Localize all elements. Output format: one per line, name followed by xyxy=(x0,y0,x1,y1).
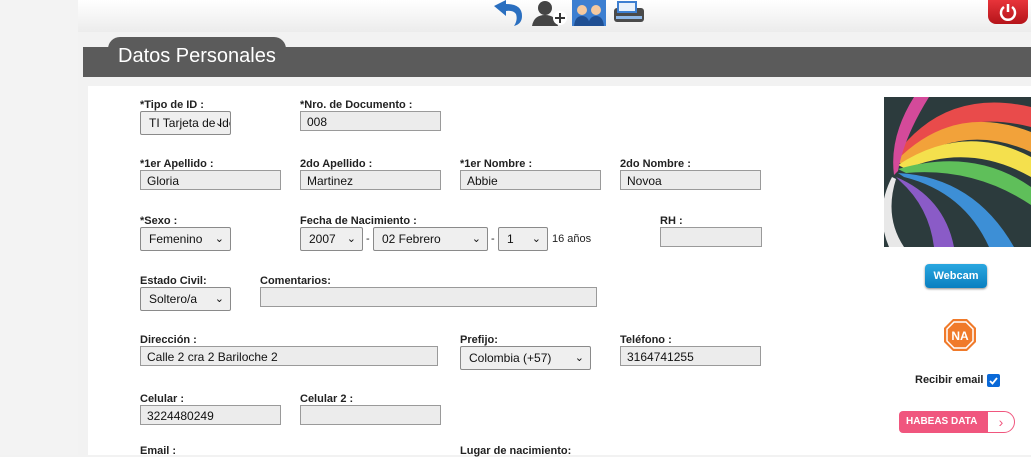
na-text: NA xyxy=(951,329,969,343)
nombre2-label: 2do Nombre : xyxy=(620,158,691,170)
nro-documento-label: *Nro. de Documento : xyxy=(300,99,413,111)
celular2-input[interactable] xyxy=(300,405,441,425)
fecha-nacimiento-label: Fecha de Nacimiento : xyxy=(300,215,417,227)
webcam-button[interactable]: Webcam xyxy=(925,264,987,288)
users-group-icon[interactable] xyxy=(571,0,607,26)
apellido1-input[interactable]: Gloria xyxy=(140,170,281,190)
chevron-down-icon: ⌄ xyxy=(214,293,224,305)
tipo-id-label: *Tipo de ID : xyxy=(140,99,204,111)
back-arrow-icon[interactable] xyxy=(488,0,528,26)
chevron-down-icon: ⌄ xyxy=(531,233,541,245)
add-user-icon[interactable] xyxy=(530,0,568,26)
profile-photo xyxy=(884,97,1031,247)
habeas-data-label: HABEAS DATA xyxy=(899,411,991,433)
direccion-label: Dirección : xyxy=(140,334,197,346)
age-text: 16 años xyxy=(552,233,592,245)
nombre2-input[interactable]: Novoa xyxy=(620,170,761,190)
apellido2-input[interactable]: Martinez xyxy=(300,170,441,190)
sexo-select[interactable]: Femenino ⌄ xyxy=(140,227,231,251)
page-title: Datos Personales xyxy=(118,45,276,67)
chevron-down-icon: ⌄ xyxy=(214,117,224,129)
direccion-input[interactable]: Calle 2 cra 2 Bariloche 2 xyxy=(140,346,438,366)
prefijo-label: Prefijo: xyxy=(460,334,498,346)
sexo-label: *Sexo : xyxy=(140,215,178,227)
lugar-nacimiento-label: Lugar de nacimiento: xyxy=(460,445,572,457)
rh-input[interactable] xyxy=(660,227,762,247)
date-separator: - xyxy=(366,233,370,245)
celular-input[interactable]: 3224480249 xyxy=(140,405,281,425)
celular-label: Celular : xyxy=(140,393,185,405)
birth-day-select[interactable]: 1 ⌄ xyxy=(498,227,548,251)
estado-civil-label: Estado Civil: xyxy=(140,275,207,287)
habeas-data-button[interactable]: HABEAS DATA › xyxy=(899,411,1016,433)
left-margin xyxy=(0,0,78,455)
comentarios-label: Comentarios: xyxy=(260,275,331,287)
prefijo-select[interactable]: Colombia (+57) ⌄ xyxy=(460,346,591,370)
scanner-icon[interactable] xyxy=(610,0,648,26)
apellido1-label: *1er Apellido : xyxy=(140,158,214,170)
email-label: Email : xyxy=(140,445,177,457)
birth-year-select[interactable]: 2007 ⌄ xyxy=(300,227,363,251)
nro-documento-input[interactable]: 008 xyxy=(300,111,441,131)
recibir-email-checkbox[interactable] xyxy=(987,374,1000,387)
chevron-down-icon: ⌄ xyxy=(346,233,356,245)
chevron-down-icon: ⌄ xyxy=(471,233,481,245)
recibir-email-label: Recibir email xyxy=(915,374,984,386)
birth-month-select[interactable]: 02 Febrero ⌄ xyxy=(373,227,488,251)
chevron-right-icon: › xyxy=(987,411,1015,433)
comentarios-input[interactable] xyxy=(260,287,597,307)
telefono-label: Teléfono : xyxy=(620,334,672,346)
rh-label: RH : xyxy=(660,215,683,227)
tipo-id-select[interactable]: TI Tarjeta de Identidad⌄ xyxy=(140,111,231,135)
check-icon xyxy=(989,377,998,385)
nombre1-label: *1er Nombre : xyxy=(460,158,533,170)
date-separator: - xyxy=(491,233,495,245)
power-icon xyxy=(999,4,1017,21)
apellido2-label: 2do Apellido : xyxy=(300,158,373,170)
estado-civil-select[interactable]: Soltero/a ⌄ xyxy=(140,287,231,311)
na-icon: NA xyxy=(943,318,977,357)
chevron-down-icon: ⌄ xyxy=(214,233,224,245)
nombre1-input[interactable]: Abbie xyxy=(460,170,601,190)
chevron-down-icon: ⌄ xyxy=(574,352,584,364)
power-button[interactable] xyxy=(988,0,1028,24)
telefono-input[interactable]: 3164741255 xyxy=(620,346,761,366)
celular2-label: Celular 2 : xyxy=(300,393,354,405)
